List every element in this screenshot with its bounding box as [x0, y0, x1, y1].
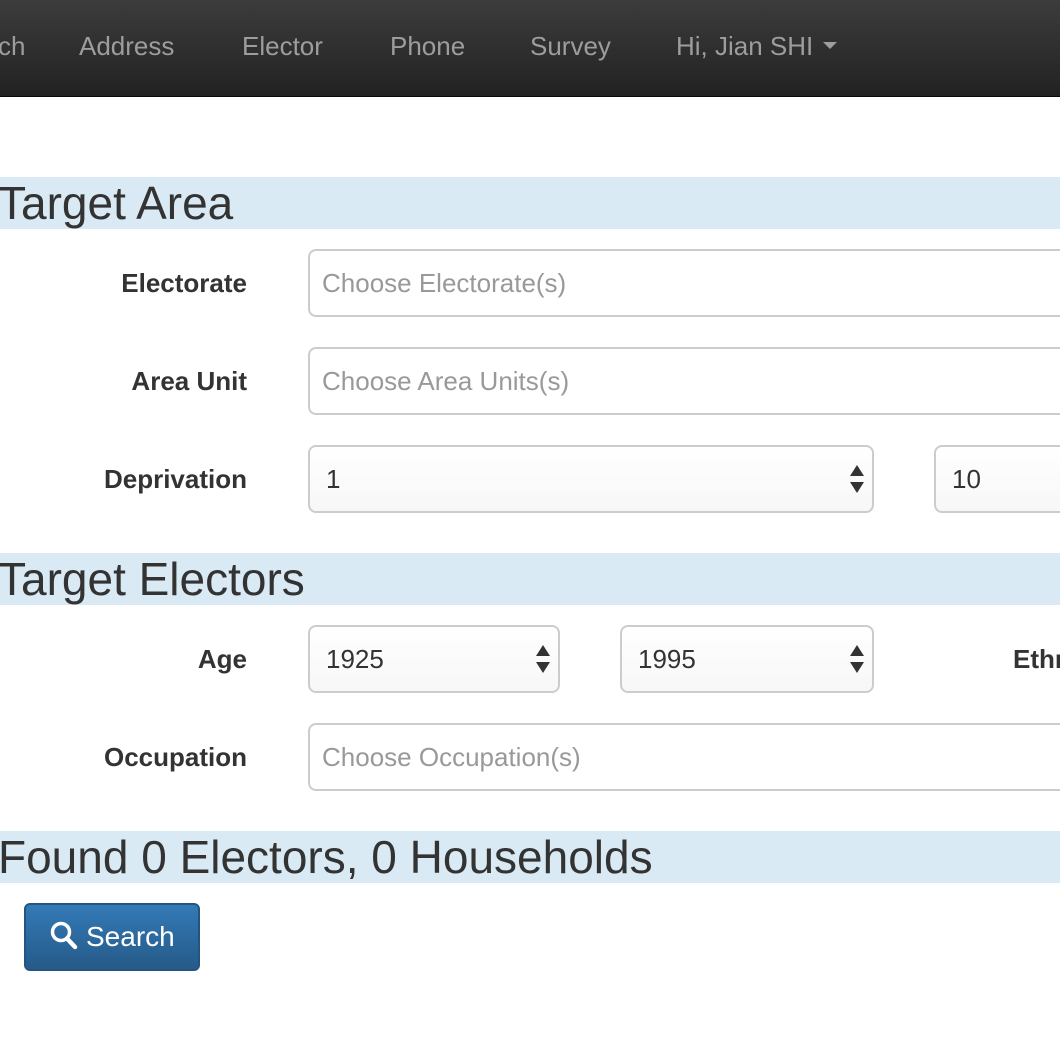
electorate-select-input[interactable]: Choose Electorate(s) — [308, 249, 1060, 317]
nav-item-search[interactable]: ch — [0, 30, 25, 62]
electorate-label: Electorate — [121, 268, 247, 298]
age-to-select[interactable]: 1995 — [620, 625, 874, 693]
deprivation-label: Deprivation — [103, 464, 247, 494]
nav-item-phone[interactable]: Phone — [390, 30, 465, 62]
user-menu-toggle[interactable]: Hi, Jian SHI — [676, 30, 838, 62]
age-from-value: 1925 — [326, 644, 384, 674]
top-navbar: ch Address Elector Phone Survey Hi, Jian… — [0, 0, 1060, 97]
age-to-value: 1995 — [638, 644, 696, 674]
occupation-select-input[interactable]: Choose Occupation(s) — [308, 723, 1060, 791]
deprivation-max-value: 10 — [952, 464, 981, 494]
deprivation-min-select[interactable]: 1 — [308, 445, 874, 513]
nav-item-address[interactable]: Address — [79, 30, 174, 62]
deprivation-max-select[interactable]: 10 — [934, 445, 1060, 513]
target-area-heading-bar: Target Area — [0, 177, 1060, 229]
nav-item-survey[interactable]: Survey — [530, 30, 611, 62]
occupation-label: Occupation — [103, 742, 247, 772]
results-heading: Found 0 Electors, 0 Households — [0, 831, 653, 883]
results-heading-bar: Found 0 Electors, 0 Households — [0, 831, 1060, 883]
select-arrows-icon — [850, 465, 864, 493]
nav-item-elector[interactable]: Elector — [242, 30, 323, 62]
search-icon — [50, 921, 78, 950]
caret-down-icon — [823, 41, 838, 49]
age-label: Age — [197, 644, 247, 674]
age-from-select[interactable]: 1925 — [308, 625, 560, 693]
target-electors-heading: Target Electors — [0, 553, 305, 605]
search-button-label: Search — [86, 921, 175, 952]
target-electors-heading-bar: Target Electors — [0, 553, 1060, 605]
area-unit-select-input[interactable]: Choose Area Units(s) — [308, 347, 1060, 415]
deprivation-min-value: 1 — [326, 464, 341, 494]
user-menu-label: Hi, Jian SHI — [676, 31, 814, 61]
ethnicity-label: Ethn — [1013, 644, 1060, 674]
search-button[interactable]: Search — [24, 903, 200, 971]
select-arrows-icon — [536, 645, 550, 673]
select-arrows-icon — [850, 645, 864, 673]
target-area-heading: Target Area — [0, 177, 234, 229]
area-unit-label: Area Unit — [131, 366, 247, 396]
